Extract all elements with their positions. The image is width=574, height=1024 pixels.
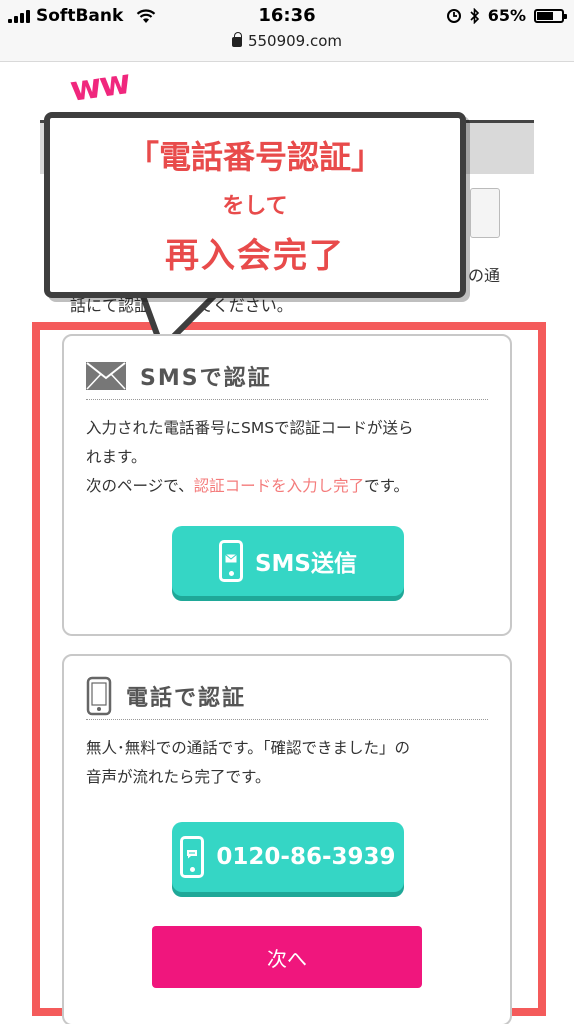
callout-line1: 「電話番号認証」: [126, 138, 383, 176]
phone-verification-card: 電話で認証 無人･無料での通話です。「確認できました」の 音声が流れたら完了です…: [62, 654, 512, 1024]
lock-icon: [231, 32, 242, 47]
status-right: 65%: [446, 6, 567, 25]
call-button[interactable]: 0120-86-3939: [172, 822, 404, 892]
sms-card-description: 入力された電話番号にSMSで認証コードが送ら れます。 次のページで、認証コード…: [86, 414, 492, 501]
call-phone-icon: [180, 836, 205, 878]
sms-text-line2: れます。: [86, 448, 147, 466]
battery-percent: 65%: [487, 6, 526, 25]
tel-card-description: 無人･無料での通話です。「確認できました」の 音声が流れたら完了です。: [86, 734, 492, 792]
battery-fill: [537, 11, 553, 20]
address-bar[interactable]: 550909.com: [0, 32, 574, 50]
alarm-icon: [446, 8, 461, 23]
sms-phone-icon: [218, 540, 243, 582]
url-text: 550909.com: [247, 32, 343, 50]
sms-card-title: SMSで認証: [140, 365, 272, 391]
call-number-label: 0120-86-3939: [216, 844, 396, 870]
page-text-fragment-right: の通: [468, 266, 501, 285]
next-button[interactable]: 次へ: [152, 926, 422, 988]
bluetooth-icon: [470, 7, 479, 24]
tel-card-header: 電話で認証: [86, 672, 488, 720]
sms-send-button[interactable]: SMS送信: [172, 526, 404, 596]
sms-text-line3: 次のページで、認証コードを入力し完了です。: [86, 472, 492, 501]
tel-text-line2: 音声が流れたら完了です。: [86, 768, 271, 786]
sms-text-line1: 入力された電話番号にSMSで認証コードが送ら: [86, 419, 414, 437]
mail-small-icon: [225, 553, 237, 562]
callout-line2: をして: [222, 194, 288, 219]
next-label: 次へ: [267, 946, 307, 971]
smartphone-icon: [86, 676, 112, 715]
mail-icon: [86, 361, 126, 390]
decoration-ww: ww: [67, 62, 132, 110]
page-input-box: [470, 188, 500, 238]
chat-bubble-icon: [187, 850, 198, 859]
annotation-callout: 「電話番号認証」 をして 再入会完了: [44, 112, 466, 298]
sms-send-label: SMS送信: [254, 551, 358, 577]
sms-text-line3-pre: 次のページで、: [86, 477, 194, 495]
callout-line3: 再入会完了: [165, 236, 345, 276]
status-bar: SoftBank 16:36 65% 550909.com: [0, 0, 574, 62]
sms-verification-card: SMSで認証 入力された電話番号にSMSで認証コードが送ら れます。 次のページ…: [62, 334, 512, 636]
tel-card-title: 電話で認証: [126, 685, 247, 711]
sms-text-highlight: 認証コードを入力し完了: [193, 477, 365, 495]
sms-card-header: SMSで認証: [86, 352, 488, 400]
tel-text-line1: 無人･無料での通話です。「確認できました」の: [86, 739, 410, 757]
battery-icon: [534, 8, 567, 23]
sms-text-line3-post: です。: [364, 477, 410, 495]
